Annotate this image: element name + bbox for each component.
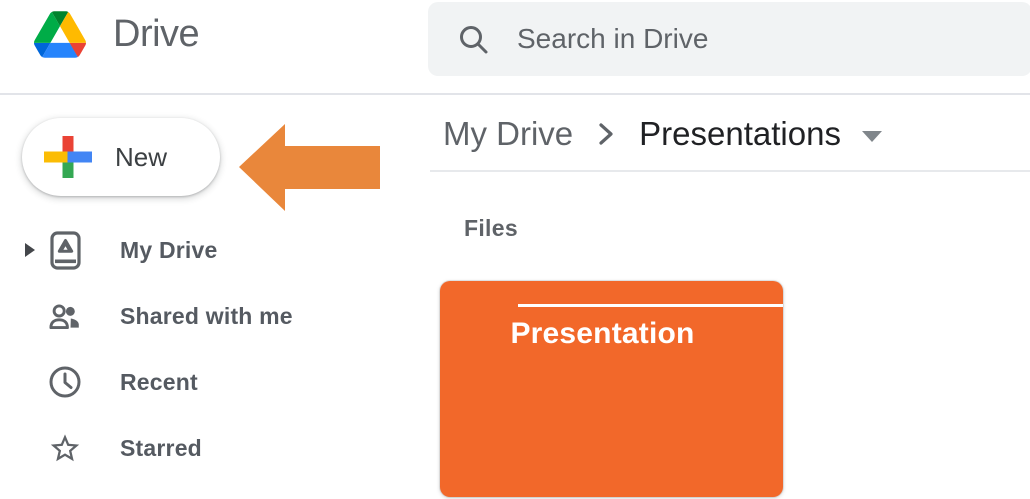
annotation-arrow-icon: [239, 124, 380, 211]
plus-icon: [44, 136, 92, 178]
breadcrumb-presentations[interactable]: Presentations: [639, 115, 841, 153]
chevron-right-icon: [598, 122, 614, 146]
new-button[interactable]: New: [22, 118, 220, 196]
sidebar-item-starred[interactable]: Starred: [0, 415, 425, 481]
my-drive-icon: [48, 230, 82, 270]
sidebar-item-label: My Drive: [120, 236, 218, 263]
sidebar-item-recent[interactable]: Recent: [0, 349, 425, 415]
sidebar-nav: My Drive Shared with me Recent Starred: [0, 217, 425, 481]
star-icon: [48, 430, 82, 467]
app-title: Drive: [113, 13, 200, 55]
sidebar-item-label: Recent: [120, 368, 198, 395]
clock-icon: [48, 365, 82, 399]
sidebar-item-label: Starred: [120, 434, 202, 461]
sidebar-item-my-drive[interactable]: My Drive: [0, 217, 425, 283]
expand-arrow-icon[interactable]: [25, 243, 38, 257]
new-button-label: New: [115, 141, 168, 172]
file-card-title: Presentation: [510, 317, 695, 350]
search-icon: [458, 24, 489, 55]
files-section-label: Files: [464, 215, 518, 241]
app-logo[interactable]: Drive: [34, 11, 200, 58]
file-card-presentation[interactable]: Presentation: [440, 281, 783, 497]
content-divider: [430, 170, 1030, 172]
breadcrumb: My Drive Presentations: [443, 111, 882, 156]
chevron-down-icon[interactable]: [861, 130, 882, 142]
slide-accent-line: [518, 304, 783, 307]
search-placeholder: Search in Drive: [517, 23, 709, 54]
search-input[interactable]: Search in Drive: [428, 2, 1030, 76]
people-icon: [48, 303, 82, 330]
sidebar-item-shared-with-me[interactable]: Shared with me: [0, 283, 425, 349]
breadcrumb-my-drive[interactable]: My Drive: [443, 115, 573, 153]
drive-logo-icon: [34, 11, 86, 58]
header-divider: [0, 93, 1030, 95]
sidebar-item-label: Shared with me: [120, 302, 293, 329]
